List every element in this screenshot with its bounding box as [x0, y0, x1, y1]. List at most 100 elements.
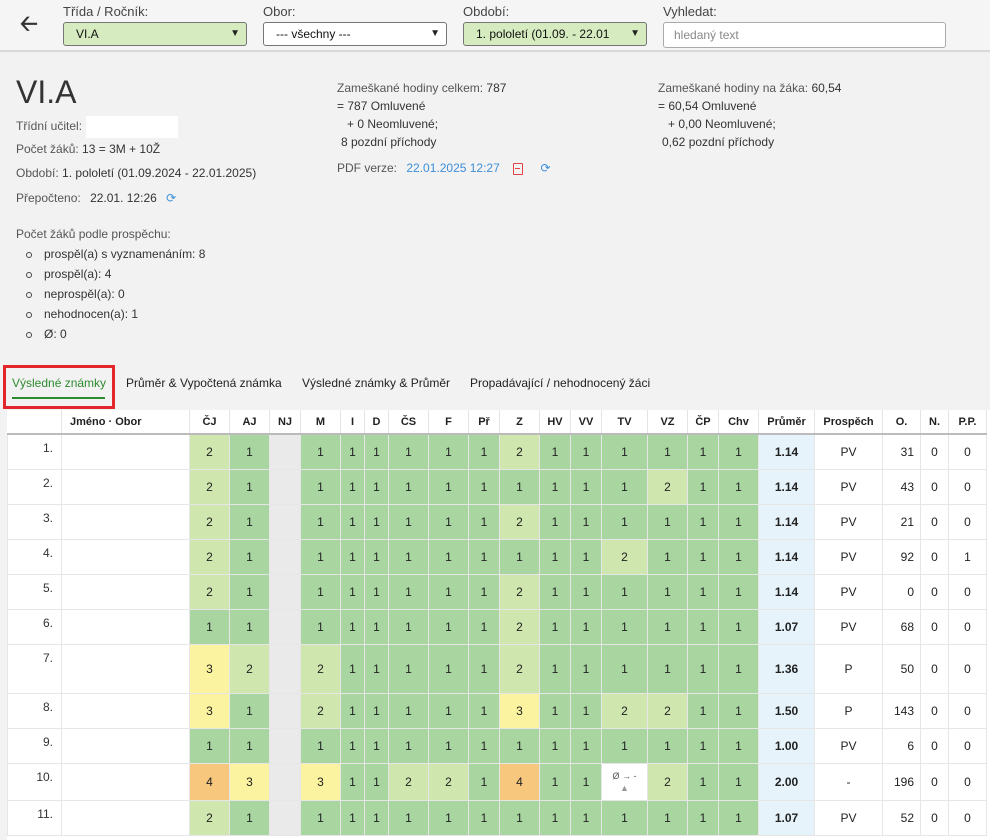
column-header[interactable]: VZ — [647, 410, 688, 435]
grade-cell[interactable]: 2 — [499, 573, 540, 610]
student-name[interactable] — [61, 643, 190, 694]
grade-cell[interactable]: 1 — [364, 799, 389, 836]
grade-cell[interactable]: 2 — [499, 608, 540, 645]
grade-cell[interactable]: 1 — [340, 762, 365, 801]
tab-vysledne-prumer[interactable]: Výsledné známky & Průměr — [302, 376, 450, 390]
student-name[interactable] — [61, 468, 190, 505]
grade-cell[interactable]: 1 — [428, 727, 469, 764]
grade-cell[interactable]: 1 — [601, 608, 648, 645]
grade-cell[interactable]: 1 — [189, 727, 230, 764]
grade-cell[interactable]: 1 — [539, 727, 571, 764]
grade-cell[interactable]: 1 — [340, 433, 365, 470]
grade-cell[interactable]: 1 — [570, 503, 602, 540]
grade-cell[interactable]: 1 — [687, 608, 719, 645]
grade-cell[interactable]: 1 — [687, 573, 719, 610]
grade-cell[interactable]: 1 — [468, 643, 500, 694]
grade-cell[interactable]: 1 — [499, 799, 540, 836]
tab-prumer-vypoctena[interactable]: Průměr & Vypočtená známka — [126, 376, 282, 390]
grade-cell[interactable]: 2 — [647, 692, 688, 729]
column-header[interactable]: NJ — [269, 410, 301, 435]
grade-cell[interactable]: 1 — [647, 799, 688, 836]
grade-cell[interactable]: 1 — [539, 573, 571, 610]
grade-cell[interactable]: 1 — [468, 692, 500, 729]
grade-cell[interactable]: 1 — [570, 573, 602, 610]
grade-cell[interactable]: 1 — [647, 433, 688, 470]
grade-cell[interactable]: 1 — [647, 538, 688, 575]
grade-cell[interactable]: 1 — [428, 643, 469, 694]
grade-cell[interactable]: 1 — [388, 643, 429, 694]
grade-cell[interactable]: 1 — [468, 799, 500, 836]
grade-cell[interactable]: 1 — [300, 727, 341, 764]
grade-cell[interactable]: 1 — [687, 468, 719, 505]
grade-cell[interactable]: 1 — [687, 503, 719, 540]
grade-cell[interactable] — [269, 608, 301, 645]
grade-cell[interactable]: 4 — [189, 762, 230, 801]
student-name[interactable] — [61, 692, 190, 729]
grade-cell[interactable]: 3 — [189, 643, 230, 694]
grade-cell[interactable]: 1 — [718, 762, 759, 801]
back-arrow-icon[interactable]: 🡠 — [20, 12, 44, 36]
column-header[interactable]: AJ — [229, 410, 270, 435]
column-header[interactable]: Z — [499, 410, 540, 435]
column-header[interactable]: Chv — [718, 410, 759, 435]
grade-cell[interactable]: 1 — [570, 799, 602, 836]
column-header[interactable]: VV — [570, 410, 602, 435]
grade-cell[interactable]: 1 — [428, 608, 469, 645]
grade-cell[interactable]: 1 — [539, 608, 571, 645]
grade-cell[interactable]: 1 — [468, 762, 500, 801]
grade-cell[interactable]: 1 — [687, 643, 719, 694]
grade-cell[interactable]: 2 — [647, 762, 688, 801]
grade-cell[interactable]: 1 — [647, 608, 688, 645]
grade-cell[interactable]: 1 — [340, 503, 365, 540]
grade-cell[interactable]: 1 — [468, 608, 500, 645]
grade-cell[interactable]: 1 — [570, 433, 602, 470]
tab-propadavajici[interactable]: Propadávající / nehodnocený žáci — [470, 376, 650, 390]
grade-cell[interactable]: 1 — [718, 727, 759, 764]
grade-cell[interactable]: 1 — [718, 643, 759, 694]
grade-cell[interactable] — [269, 799, 301, 836]
grade-cell[interactable]: 1 — [601, 433, 648, 470]
grade-cell[interactable]: 1 — [601, 799, 648, 836]
grade-cell[interactable]: 1 — [364, 538, 389, 575]
grade-cell[interactable]: 4 — [499, 762, 540, 801]
grade-cell[interactable]: 1 — [364, 433, 389, 470]
grade-cell[interactable] — [269, 503, 301, 540]
grade-cell[interactable]: 1 — [647, 573, 688, 610]
grade-cell[interactable]: 1 — [428, 573, 469, 610]
grade-cell[interactable]: 1 — [570, 692, 602, 729]
grade-cell[interactable]: 1 — [468, 503, 500, 540]
grade-cell[interactable]: 1 — [340, 692, 365, 729]
grade-cell[interactable]: 1 — [468, 433, 500, 470]
grade-cell[interactable]: 1 — [647, 727, 688, 764]
column-header[interactable]: F — [428, 410, 469, 435]
column-header[interactable]: ČP — [687, 410, 719, 435]
grade-cell[interactable]: 1 — [601, 643, 648, 694]
table-row[interactable]: 1. 2 1 1 1 1 1 1 1 2 1 1 1 1 1 1 1.14 PV 31 0 0 — [7, 433, 987, 470]
grade-cell[interactable]: 1 — [428, 433, 469, 470]
grade-cell[interactable]: 2 — [300, 692, 341, 729]
grade-cell[interactable]: 1 — [570, 727, 602, 764]
column-header[interactable]: HV — [539, 410, 571, 435]
column-header[interactable]: I — [340, 410, 365, 435]
grade-cell[interactable]: 1 — [647, 643, 688, 694]
pdf-file-icon[interactable] — [513, 162, 524, 175]
grade-cell[interactable] — [269, 692, 301, 729]
grade-cell[interactable]: 2 — [601, 692, 648, 729]
grade-cell[interactable] — [269, 762, 301, 801]
grade-cell[interactable]: 1 — [229, 692, 270, 729]
column-header[interactable]: N. — [920, 410, 949, 435]
grade-cell[interactable]: 1 — [340, 799, 365, 836]
grade-cell[interactable]: 2 — [189, 538, 230, 575]
grade-cell[interactable]: 1 — [229, 433, 270, 470]
grade-cell[interactable]: 1 — [718, 573, 759, 610]
grade-cell[interactable]: 1 — [388, 433, 429, 470]
trida-select[interactable]: VI.A ▼ — [63, 22, 247, 46]
grade-cell[interactable]: 1 — [499, 468, 540, 505]
grade-cell[interactable]: 1 — [570, 608, 602, 645]
table-row[interactable]: 10. 4 3 3 1 1 2 2 1 4 1 1 Ø → - ▲ 2 1 1 2.00-196 0 0 — [7, 762, 987, 801]
grade-cell[interactable]: 2 — [189, 433, 230, 470]
column-header[interactable]: O. — [882, 410, 921, 435]
table-row[interactable]: 6. 1 1 1 1 1 1 1 1 2 1 1 1 1 1 1 1.07 PV 68 0 0 — [7, 608, 987, 645]
grade-cell[interactable]: 2 — [499, 503, 540, 540]
grade-cell[interactable]: 1 — [388, 727, 429, 764]
